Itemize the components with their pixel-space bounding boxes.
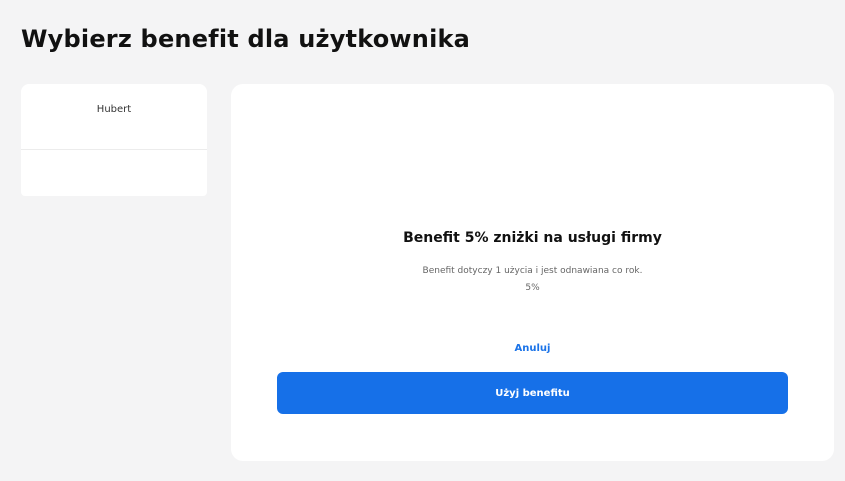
cancel-link[interactable]: Anuluj <box>491 343 574 354</box>
page-title: Wybierz benefit dla użytkownika <box>21 25 471 53</box>
user-list: Hubert <box>21 84 207 196</box>
user-item-empty[interactable] <box>21 150 207 196</box>
user-item-hubert[interactable]: Hubert <box>21 84 207 150</box>
benefit-title: Benefit 5% zniżki na usługi firmy <box>403 230 662 246</box>
benefit-description: Benefit dotyczy 1 użycia i jest odnawian… <box>422 266 643 276</box>
benefit-value: 5% <box>525 283 540 293</box>
user-name: Hubert <box>96 104 132 115</box>
use-benefit-button[interactable]: Użyj benefitu <box>277 372 788 414</box>
benefit-card: Benefit 5% zniżki na usługi firmy Benefi… <box>231 84 834 461</box>
